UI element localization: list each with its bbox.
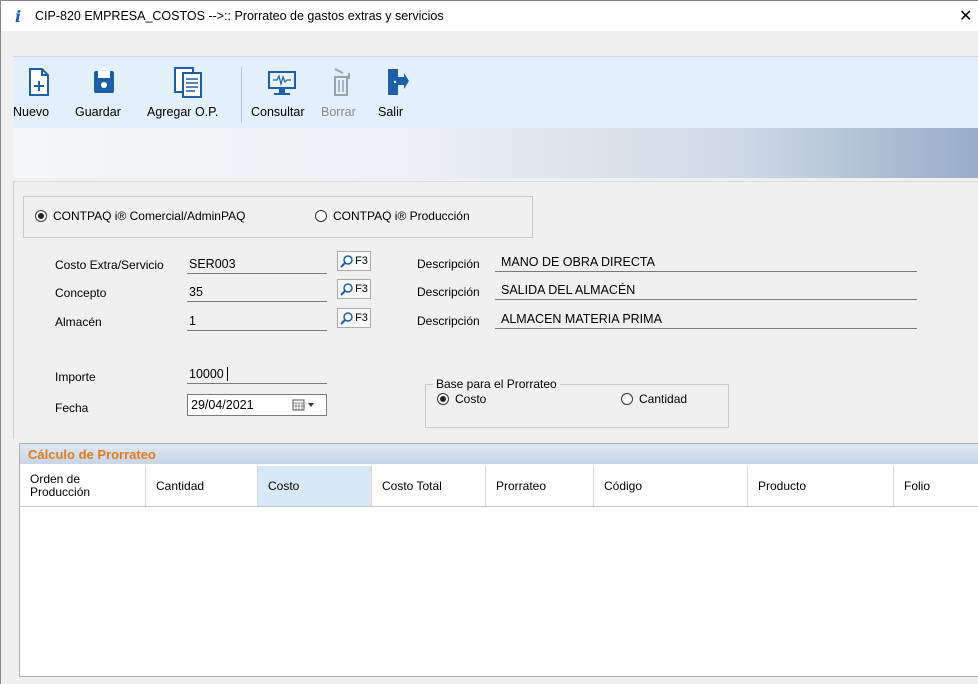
base-option-costo-label: Costo [455, 392, 487, 406]
column-label: Producto [758, 479, 807, 493]
delete-label: Borrar [321, 105, 356, 119]
column-label: Cantidad [156, 479, 205, 493]
window-title: CIP-820 EMPRESA_COSTOS -->:: Prorrateo d… [35, 9, 444, 23]
column-cantidad[interactable]: Cantidad [146, 466, 258, 506]
close-icon[interactable]: ✕ [959, 6, 972, 26]
fecha-value: 29/04/2021 [191, 398, 254, 412]
exit-label: Salir [378, 105, 404, 119]
grid-title-bar: Cálculo de Prorrateo [20, 444, 978, 464]
radio-unselected-icon [621, 393, 633, 405]
descripcion-1-field: MANO DE OBRA DIRECTA [495, 254, 917, 272]
column-costo-total[interactable]: Costo Total [372, 466, 486, 506]
calendar-dropdown-icon[interactable] [292, 399, 318, 411]
save-label: Guardar [75, 105, 121, 119]
save-button[interactable]: Guardar [73, 57, 139, 129]
descripcion-3-field: ALMACEN MATERIA PRIMA [495, 311, 917, 329]
descripcion-label: Descripción [417, 314, 480, 328]
concepto-input[interactable]: 35 [187, 283, 327, 302]
column-label: Folio [904, 479, 931, 493]
column-orden-produccion[interactable]: Orden de Producción [20, 466, 146, 506]
almacen-lookup-button[interactable]: F3 [337, 308, 371, 328]
exit-button[interactable]: Salir [377, 57, 417, 129]
column-costo[interactable]: Costo [258, 466, 372, 506]
radio-selected-icon [35, 210, 47, 222]
grid-column-headers: Orden de Producción Cantidad Costo Costo… [20, 466, 978, 507]
search-icon [340, 283, 353, 296]
exit-door-icon [388, 69, 409, 95]
descripcion-3-value: ALMACEN MATERIA PRIMA [501, 312, 662, 326]
descripcion-label: Descripción [417, 257, 480, 271]
source-option-comercial-label: CONTPAQ i® Comercial/AdminPAQ [53, 209, 246, 223]
f3-label: F3 [355, 312, 368, 324]
header-band [13, 128, 978, 178]
grid-title: Cálculo de Prorrateo [28, 447, 156, 462]
base-option-costo[interactable]: Costo [437, 392, 486, 406]
costo-extra-lookup-button[interactable]: F3 [337, 251, 371, 271]
f3-label: F3 [355, 283, 368, 295]
radio-selected-icon [437, 393, 449, 405]
source-option-produccion-label: CONTPAQ i® Producción [333, 209, 470, 223]
column-label: Orden de Producción [30, 472, 91, 499]
add-orders-icon [174, 67, 202, 98]
descripcion-1-value: MANO DE OBRA DIRECTA [501, 255, 655, 269]
text-caret [227, 367, 228, 381]
new-document-icon [29, 68, 49, 96]
costo-extra-label: Costo Extra/Servicio [55, 258, 164, 272]
costo-extra-value: SER003 [189, 257, 236, 271]
concepto-lookup-button[interactable]: F3 [337, 279, 371, 299]
fecha-label: Fecha [55, 401, 89, 415]
search-icon [340, 312, 353, 325]
column-producto[interactable]: Producto [748, 466, 894, 506]
base-prorrateo-title: Base para el Prorrateo [433, 377, 560, 391]
new-label: Nuevo [13, 105, 50, 119]
query-label: Consultar [251, 105, 305, 119]
toolbar-separator [241, 67, 242, 123]
title-bar: i CIP-820 EMPRESA_COSTOS -->:: Prorrateo… [1, 1, 978, 31]
column-label: Costo [268, 479, 300, 493]
query-button[interactable]: Consultar [251, 57, 315, 129]
search-icon [340, 255, 353, 268]
fecha-datepicker[interactable]: 29/04/2021 [187, 394, 327, 416]
delete-bin-icon [334, 68, 350, 96]
almacen-label: Almacén [55, 315, 102, 329]
radio-unselected-icon [315, 210, 327, 222]
column-label: Costo Total [382, 479, 442, 493]
concepto-value: 35 [189, 285, 203, 299]
grid-body[interactable] [20, 507, 978, 675]
add-orders-button[interactable]: Agregar O.P. [145, 57, 237, 129]
base-option-cantidad[interactable]: Cantidad [621, 392, 687, 406]
new-button[interactable]: Nuevo [13, 57, 69, 129]
almacen-input[interactable]: 1 [187, 312, 327, 331]
main-window: i CIP-820 EMPRESA_COSTOS -->:: Prorrateo… [0, 0, 978, 684]
prorrateo-grid: Cálculo de Prorrateo Orden de Producción… [19, 443, 978, 677]
almacen-value: 1 [189, 314, 196, 328]
source-option-comercial[interactable]: CONTPAQ i® Comercial/AdminPAQ [35, 209, 245, 223]
column-codigo[interactable]: Código [594, 466, 748, 506]
source-option-produccion[interactable]: CONTPAQ i® Producción [315, 209, 470, 223]
info-icon: i [15, 7, 22, 26]
delete-button[interactable]: Borrar [321, 57, 367, 129]
base-option-cantidad-label: Cantidad [639, 392, 688, 406]
column-label: Prorrateo [496, 479, 547, 493]
descripcion-2-value: SALIDA DEL ALMACÉN [501, 283, 636, 297]
f3-label: F3 [355, 255, 368, 267]
descripcion-label: Descripción [417, 285, 480, 299]
monitor-query-icon [268, 71, 296, 95]
add-orders-label: Agregar O.P. [147, 105, 219, 119]
importe-label: Importe [55, 370, 96, 384]
column-folio[interactable]: Folio [894, 466, 978, 506]
column-prorrateo[interactable]: Prorrateo [486, 466, 594, 506]
concepto-label: Concepto [55, 286, 107, 300]
importe-input[interactable]: 10000 [187, 366, 327, 384]
column-label: Código [604, 479, 643, 493]
save-disk-icon [94, 71, 114, 93]
importe-value: 10000 [189, 367, 224, 381]
costo-extra-input[interactable]: SER003 [187, 255, 327, 274]
descripcion-2-field: SALIDA DEL ALMACÉN [495, 282, 917, 300]
toolbar: Nuevo Guardar Agregar O.P. Consultar Bor… [13, 56, 978, 129]
